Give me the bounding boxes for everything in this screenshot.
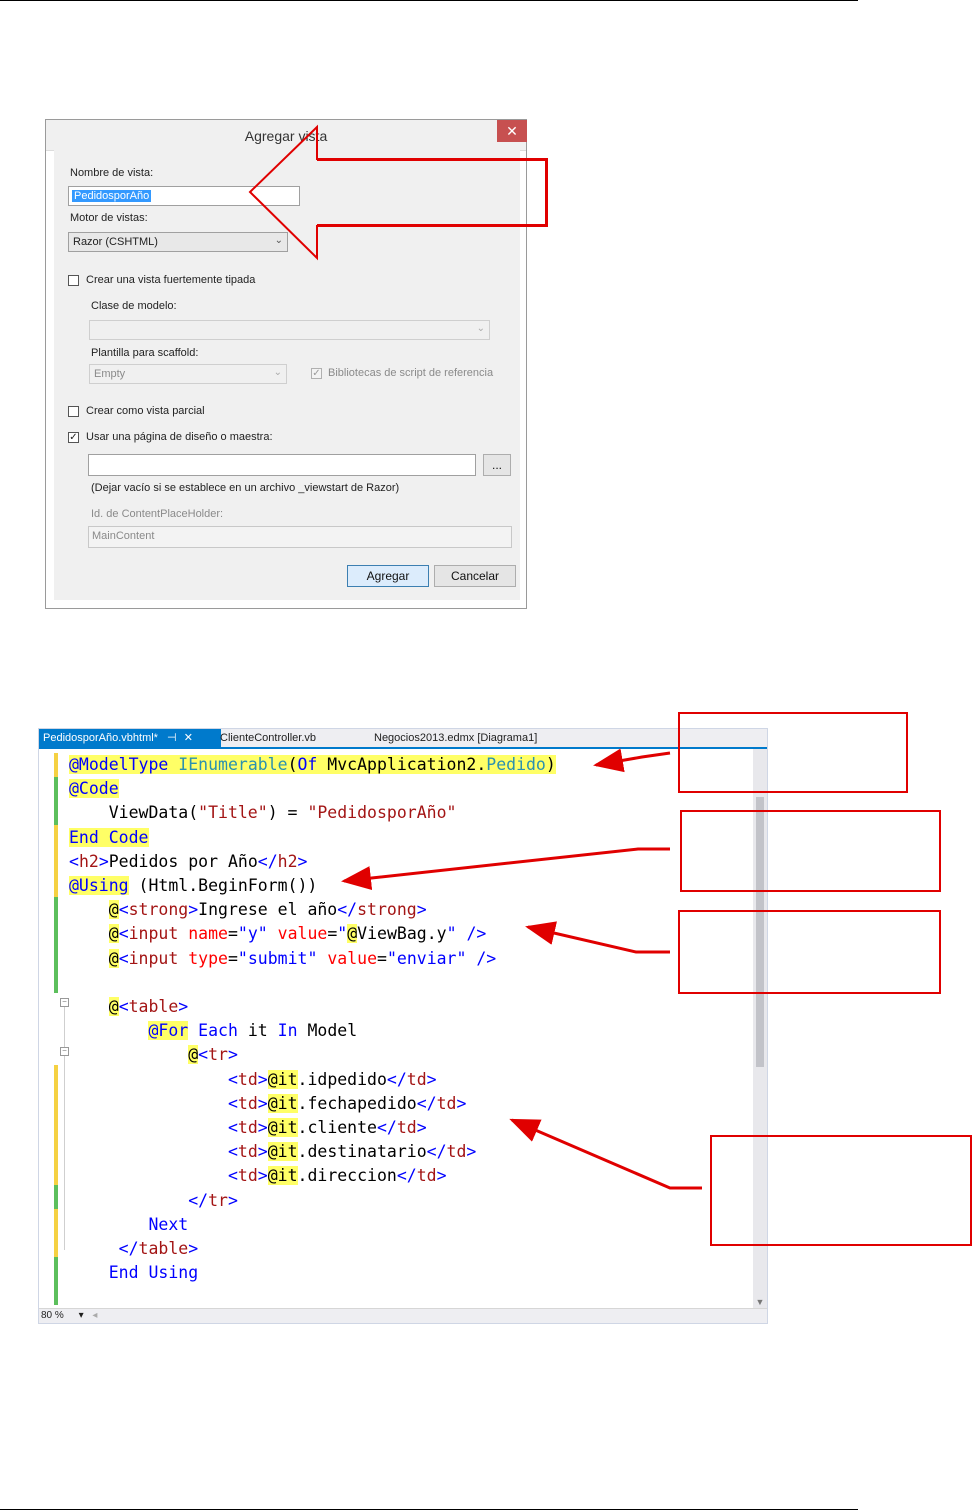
close-icon[interactable]: ✕ [497,120,527,142]
placeholder-id-input: MainContent [88,526,512,548]
chevron-down-icon: ⌄ [273,367,282,378]
script-libs-checkbox: ✓ [311,368,322,379]
script-libs-label: Bibliotecas de script de referencia [328,367,494,379]
editor-tabbar: PedidosporAño.vbhtml* ⊣ ✕ ClienteControl… [39,729,767,749]
code-line[interactable]: <td>@it.direccion</td> [69,1164,447,1188]
scaffold-label: Plantilla para scaffold: [91,347,199,359]
fold-guide [64,1056,65,1250]
add-button[interactable]: Agregar [347,565,429,587]
saved-change-bar [54,777,58,825]
cancel-button[interactable]: Cancelar [434,565,516,587]
callout-box-modeltype [678,712,908,793]
unsaved-change-bar [54,825,58,897]
partial-view-checkbox[interactable] [68,406,79,417]
code-line[interactable]: ViewData("Title") = "PedidosporAño" [69,801,457,825]
tab-label: PedidosporAño.vbhtml* [43,732,158,744]
callout-box-view-name [317,159,547,226]
callout-box-using [680,810,941,892]
dialog-title: Agregar vista [244,128,328,144]
model-class-label: Clase de modelo: [91,300,177,312]
model-class-select: ⌄ [89,320,490,340]
collapse-icon[interactable]: − [60,1047,69,1056]
scaffold-value: Empty [94,368,126,380]
close-icon[interactable]: ✕ [184,732,193,744]
zoom-value: 80 % [41,1310,64,1321]
layout-hint: (Dejar vacío si se establece en un archi… [91,482,400,494]
code-line[interactable]: @ModelType IEnumerable(Of MvcApplication… [69,753,556,777]
view-name-value: PedidosporAño [72,190,152,202]
page-top-rule [0,0,858,1]
callout-box-table [710,1135,972,1246]
placeholder-id-label: Id. de ContentPlaceHolder: [91,508,224,520]
code-line[interactable]: @Using (Html.BeginForm()) [69,874,317,898]
pin-icon[interactable]: ⊣ [167,732,177,744]
chevron-down-icon: ▾ [78,1310,84,1321]
code-line[interactable]: <td>@it.destinatario</td> [69,1140,476,1164]
saved-change-bar [54,1185,58,1209]
view-name-input[interactable]: PedidosporAño [68,186,300,206]
code-line[interactable]: @<tr> [69,1043,238,1067]
code-line[interactable]: End Using [69,1261,198,1285]
code-line[interactable]: <h2>Pedidos por Año</h2> [69,850,307,874]
code-line[interactable]: </table> [69,1237,198,1261]
code-line[interactable]: End Code [69,826,149,850]
strong-typed-checkbox[interactable] [68,275,79,286]
code-line[interactable]: Next [69,1213,188,1237]
tab-cliente-controller[interactable]: ClienteController.vb [220,729,316,747]
saved-change-bar [54,1257,58,1305]
unsaved-change-bar [54,1209,58,1257]
callout-box-input [678,910,941,994]
unsaved-change-bar [54,753,58,777]
code-line[interactable]: @<table> [69,995,188,1019]
tab-pedidos-view[interactable]: PedidosporAño.vbhtml* ⊣ ✕ [39,729,221,747]
unsaved-change-bar [54,1065,58,1185]
page-bottom-rule [0,1509,858,1510]
scroll-left-icon[interactable]: ◂ [92,1310,97,1321]
collapse-icon[interactable]: − [60,998,69,1007]
browse-button[interactable]: ... [483,454,511,476]
engine-select[interactable]: Razor (CSHTML) ⌄ [68,232,288,252]
code-line[interactable]: <td>@it.idpedido</td> [69,1068,437,1092]
code-line[interactable]: @<input name="y" value="@ViewBag.y" /> [69,922,486,946]
code-line[interactable]: </tr> [69,1189,238,1213]
view-name-label: Nombre de vista: [70,167,154,179]
zoom-select[interactable]: 80 % ▾ ◂ [41,1309,97,1323]
strong-typed-label: Crear una vista fuertemente tipada [86,274,256,286]
code-editor: PedidosporAño.vbhtml* ⊣ ✕ ClienteControl… [38,728,768,1324]
engine-label: Motor de vistas: [70,212,148,224]
tab-label: Negocios2013.edmx [Diagrama1] [374,732,538,744]
layout-page-label: Usar una página de diseño o maestra: [86,431,273,443]
code-line[interactable]: @<strong>Ingrese el año</strong> [69,898,427,922]
engine-select-value: Razor (CSHTML) [73,236,158,248]
scaffold-select: Empty ⌄ [89,364,287,384]
code-line[interactable]: @For Each it In Model [69,1019,357,1043]
code-line[interactable]: <td>@it.fechapedido</td> [69,1092,466,1116]
chevron-down-icon: ⌄ [476,323,485,334]
layout-path-input[interactable] [88,454,476,476]
tab-label: ClienteController.vb [220,732,316,744]
editor-statusbar: 80 % ▾ ◂ [39,1308,767,1323]
layout-page-checkbox[interactable]: ✓ [68,432,79,443]
partial-view-label: Crear como vista parcial [86,405,205,417]
code-line[interactable]: @Code [69,777,119,801]
saved-change-bar [54,897,58,993]
code-area[interactable]: − − @ModelType IEnumerable(Of MvcApplica… [39,749,753,1309]
tab-negocios-edmx[interactable]: Negocios2013.edmx [Diagrama1] [374,729,537,747]
dialog-titlebar: Agregar vista ✕ [46,120,527,151]
code-line[interactable]: <td>@it.cliente</td> [69,1116,427,1140]
code-line[interactable]: @<input type="submit" value="enviar" /> [69,947,496,971]
fold-guide [64,1007,65,1047]
chevron-down-icon: ⌄ [274,235,283,246]
